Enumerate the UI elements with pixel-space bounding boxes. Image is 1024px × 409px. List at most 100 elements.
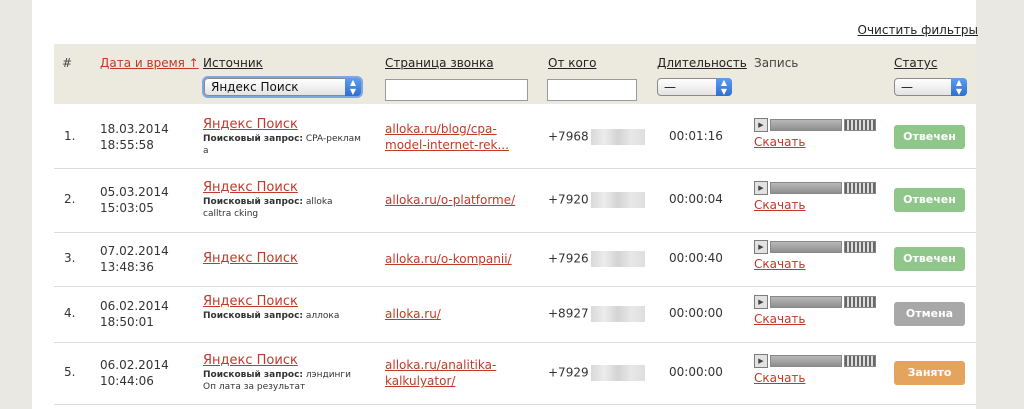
- play-icon[interactable]: ▶: [754, 295, 768, 309]
- call-duration: 00:00:40: [669, 251, 723, 265]
- play-icon[interactable]: ▶: [754, 354, 768, 368]
- audio-progress-bar[interactable]: [770, 182, 842, 194]
- row-source: Яндекс Поиск Поисковый запрос: alloka ca…: [203, 180, 363, 220]
- source-link[interactable]: Яндекс Поиск: [203, 117, 363, 133]
- audio-progress-bar[interactable]: [770, 241, 842, 253]
- header-source[interactable]: Источник: [203, 56, 263, 70]
- call-page-link[interactable]: alloka.ru/blog/cpa-model-internet-rek...: [385, 121, 535, 153]
- download-link[interactable]: Скачать: [754, 371, 876, 385]
- table-row: 5. 06.02.2014 10:44:06 Яндекс Поиск Поис…: [54, 342, 976, 405]
- status-badge[interactable]: Занято: [894, 361, 965, 385]
- duration-filter-select[interactable]: — ▲ ▼: [657, 78, 732, 96]
- phone-redacted: [590, 306, 645, 322]
- status-filter-value: —: [901, 80, 913, 94]
- source-link[interactable]: Яндекс Поиск: [203, 180, 363, 196]
- header-status[interactable]: Статус: [894, 56, 937, 70]
- play-icon[interactable]: ▶: [754, 240, 768, 254]
- caller-phone: +7929: [548, 365, 645, 381]
- header-num: #: [62, 56, 73, 70]
- query-text: аллока: [305, 311, 340, 321]
- row-time: 10:44:06: [100, 374, 154, 388]
- row-date: 06.02.2014: [100, 358, 169, 372]
- volume-icon[interactable]: [844, 355, 876, 367]
- caller-phone: +8927: [548, 306, 645, 322]
- select-arrows-icon: ▲ ▼: [951, 78, 967, 96]
- search-query: Поисковый запрос: лэндинги Оп лата за ре…: [203, 369, 363, 393]
- phone-redacted: [590, 365, 645, 381]
- download-link[interactable]: Скачать: [754, 198, 876, 212]
- header-from[interactable]: От кого: [548, 56, 597, 70]
- call-duration: 00:01:16: [669, 129, 723, 143]
- volume-icon[interactable]: [844, 296, 876, 308]
- status-filter-select[interactable]: — ▲ ▼: [894, 78, 967, 96]
- phone-prefix: +7920: [548, 192, 589, 207]
- volume-icon[interactable]: [844, 119, 876, 131]
- row-date: 07.02.2014: [100, 244, 169, 258]
- row-num: 3.: [64, 251, 76, 265]
- status-badge[interactable]: Отвечен: [894, 247, 965, 271]
- phone-redacted: [590, 192, 645, 208]
- play-icon[interactable]: ▶: [754, 181, 768, 195]
- row-time: 18:50:01: [100, 315, 154, 329]
- audio-player: ▶: [754, 295, 876, 309]
- row-source: Яндекс Поиск: [203, 251, 298, 267]
- row-num: 2.: [64, 192, 76, 206]
- row-date: 05.03.2014: [100, 185, 169, 199]
- phone-prefix: +7929: [548, 365, 589, 380]
- row-time: 15:03:05: [100, 201, 154, 215]
- source-filter-select[interactable]: Яндекс Поиск ▲ ▼: [204, 78, 361, 96]
- header-datetime-sort[interactable]: Дата и время ↑: [100, 56, 199, 70]
- recording: ▶ Скачать: [754, 240, 876, 271]
- header-record: Запись: [754, 56, 799, 70]
- status-badge[interactable]: Отвечен: [894, 188, 965, 212]
- audio-progress-bar[interactable]: [770, 296, 842, 308]
- select-arrows-icon: ▲ ▼: [716, 78, 732, 96]
- call-page-link[interactable]: alloka.ru/o-platforme/: [385, 192, 535, 208]
- query-label: Поисковый запрос:: [203, 197, 304, 207]
- call-page-link[interactable]: alloka.ru/: [385, 306, 535, 322]
- download-link[interactable]: Скачать: [754, 312, 876, 326]
- audio-player: ▶: [754, 240, 876, 254]
- row-source: Яндекс Поиск Поисковый запрос: лэндинги …: [203, 353, 363, 393]
- download-link[interactable]: Скачать: [754, 257, 876, 271]
- select-arrows-icon: ▲ ▼: [345, 78, 361, 96]
- audio-player: ▶: [754, 354, 876, 368]
- status-badge[interactable]: Отвечен: [894, 125, 965, 149]
- play-icon[interactable]: ▶: [754, 118, 768, 132]
- row-time: 18:55:58: [100, 138, 154, 152]
- recording: ▶ Скачать: [754, 181, 876, 212]
- source-link[interactable]: Яндекс Поиск: [203, 294, 363, 310]
- from-filter-input[interactable]: [547, 79, 637, 101]
- row-date: 06.02.2014: [100, 299, 169, 313]
- volume-icon[interactable]: [844, 241, 876, 253]
- call-page-link[interactable]: alloka.ru/o-kompanii/: [385, 251, 535, 267]
- download-link[interactable]: Скачать: [754, 135, 876, 149]
- search-query: Поисковый запрос: alloka calltra cking: [203, 196, 363, 220]
- search-query: Поисковый запрос: CPA-реклам а: [203, 133, 363, 157]
- recording: ▶ Скачать: [754, 354, 876, 385]
- table-row: 1. 18.03.2014 18:55:58 Яндекс Поиск Поис…: [54, 106, 976, 169]
- audio-progress-bar[interactable]: [770, 119, 842, 131]
- volume-icon[interactable]: [844, 182, 876, 194]
- source-link[interactable]: Яндекс Поиск: [203, 353, 363, 369]
- row-datetime: 06.02.2014 18:50:01: [100, 298, 169, 330]
- header-page[interactable]: Страница звонка: [385, 56, 494, 70]
- query-label: Поисковый запрос:: [203, 370, 304, 380]
- phone-prefix: +7926: [548, 251, 589, 266]
- search-query: Поисковый запрос: аллока: [203, 310, 363, 322]
- table-header: # Дата и время ↑ Источник Страница звонк…: [54, 44, 976, 104]
- table-row: 4. 06.02.2014 18:50:01 Яндекс Поиск Поис…: [54, 286, 976, 343]
- recording: ▶ Скачать: [754, 118, 876, 149]
- source-link[interactable]: Яндекс Поиск: [203, 251, 298, 267]
- caller-phone: +7920: [548, 192, 645, 208]
- page-filter-input[interactable]: [385, 79, 528, 101]
- clear-filters-link[interactable]: Очистить фильтры: [858, 23, 978, 37]
- status-badge[interactable]: Отмена: [894, 302, 965, 326]
- phone-redacted: [590, 251, 645, 267]
- call-page-link[interactable]: alloka.ru/analitika-kalkulyator/: [385, 357, 535, 389]
- call-duration: 00:00:00: [669, 306, 723, 320]
- row-datetime: 06.02.2014 10:44:06: [100, 357, 169, 389]
- audio-progress-bar[interactable]: [770, 355, 842, 367]
- header-duration[interactable]: Длительность: [657, 56, 747, 70]
- audio-player: ▶: [754, 181, 876, 195]
